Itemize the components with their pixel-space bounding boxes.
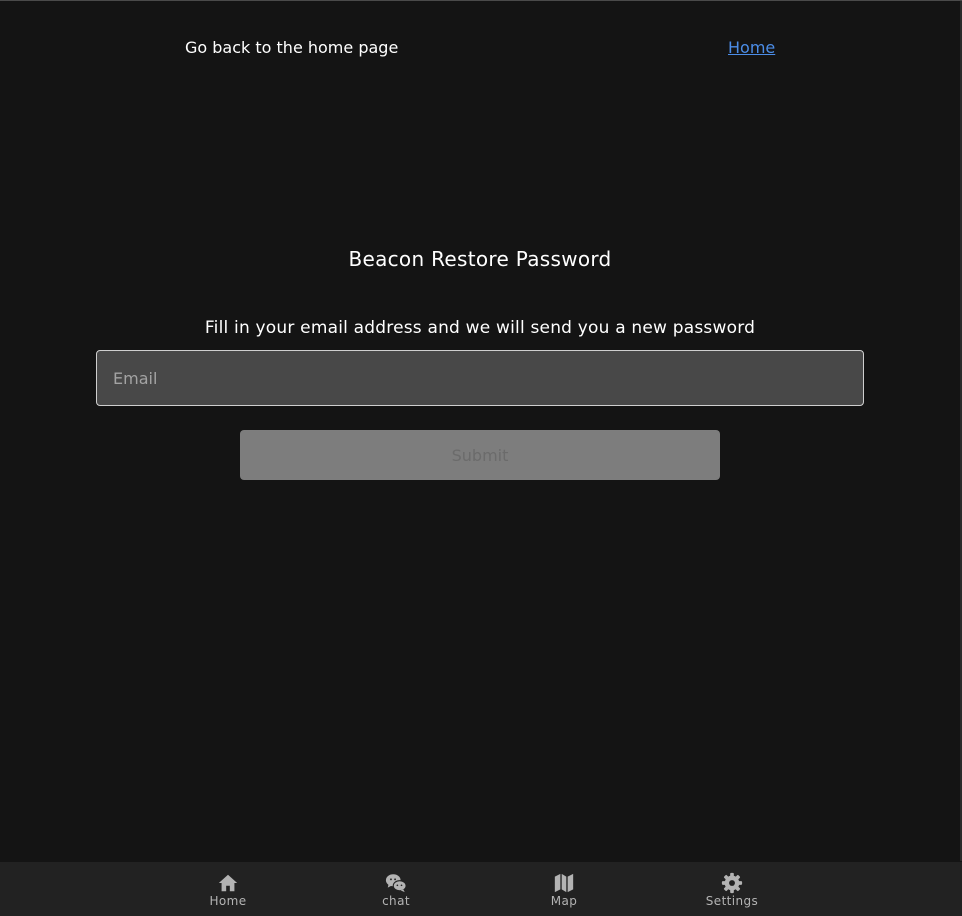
nav-item-label: Home <box>209 894 247 908</box>
email-field[interactable] <box>96 350 864 406</box>
home-link[interactable]: Home <box>728 38 775 57</box>
page-title: Beacon Restore Password <box>348 247 612 271</box>
nav-item-label: chat <box>382 894 410 908</box>
nav-item-home[interactable]: Home <box>168 862 288 916</box>
nav-item-chat[interactable]: chat <box>336 862 456 916</box>
home-icon <box>218 874 238 892</box>
nav-item-settings[interactable]: Settings <box>672 862 792 916</box>
nav-item-map[interactable]: Map <box>504 862 624 916</box>
map-icon <box>554 873 574 893</box>
back-to-home-text: Go back to the home page <box>185 38 399 57</box>
nav-item-label: Map <box>550 894 578 908</box>
gear-icon <box>721 872 743 894</box>
chat-icon <box>385 874 407 893</box>
instructions-text: Fill in your email address and we will s… <box>204 318 756 338</box>
submit-button[interactable]: Submit <box>240 430 720 480</box>
nav-item-label: Settings <box>705 894 759 908</box>
restore-password-page: Go back to the home page Home Beacon Res… <box>0 0 962 916</box>
bottom-navigation: Home chat Map Settings <box>0 862 962 916</box>
